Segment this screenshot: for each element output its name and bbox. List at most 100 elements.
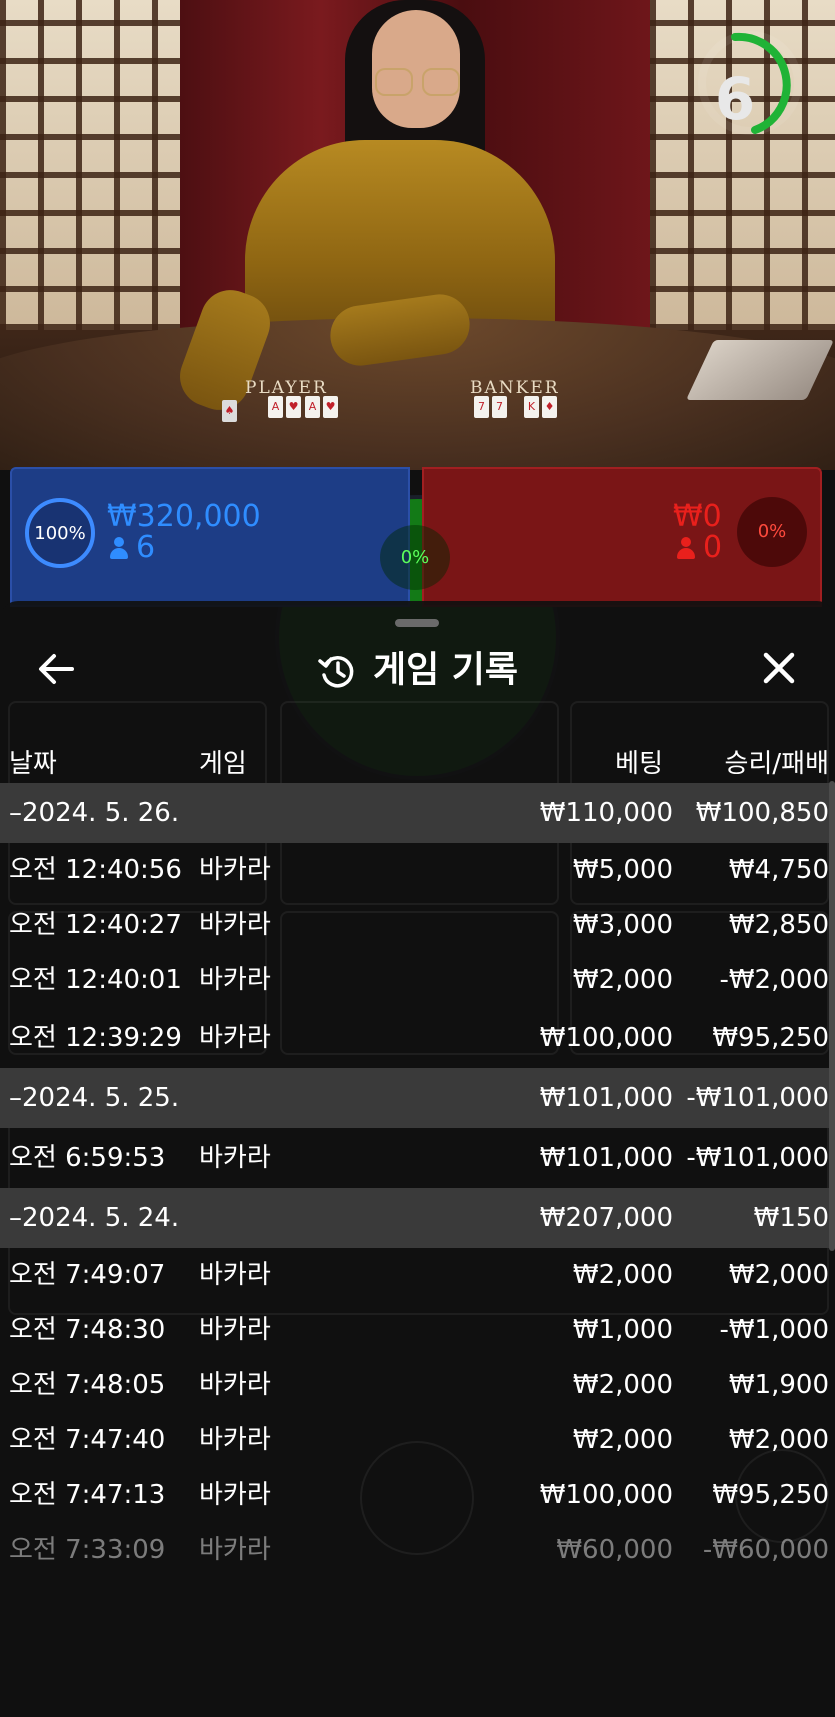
win-loss-amount: ₩95,250 — [712, 1023, 829, 1053]
playing-card: A — [305, 396, 320, 418]
game-name: 바카라 — [199, 1023, 271, 1053]
round-time: 오전 7:49:07 — [9, 1260, 166, 1290]
game-name: 바카라 — [199, 855, 271, 885]
playing-card: ♥ — [323, 396, 338, 418]
playing-card: 7 — [474, 396, 489, 418]
column-game: 게임 — [199, 749, 247, 779]
column-result: 승리/패배 — [724, 749, 829, 779]
close-button[interactable] — [750, 643, 810, 695]
game-name: 바카라 — [199, 910, 271, 940]
bet-amount: ₩2,000 — [572, 1370, 673, 1400]
round-time: 오전 12:40:01 — [9, 965, 182, 995]
history-row: 오전 12:40:27 바카라 ₩3,000 ₩2,850 — [0, 898, 835, 953]
date-group-row[interactable]: –2024. 5. 26. ₩110,000 ₩100,850 — [0, 783, 835, 843]
bet-amount: ₩100,000 — [539, 1023, 673, 1053]
player-bettor-count: 6 — [136, 530, 156, 565]
date-total-result: ₩100,850 — [695, 798, 829, 828]
dealer-glasses-left — [375, 68, 413, 96]
win-loss-amount: ₩4,750 — [728, 855, 829, 885]
history-row: 오전 12:40:01 바카라 ₩2,000 -₩2,000 — [0, 953, 835, 1008]
round-time: 오전 12:40:56 — [9, 855, 182, 885]
round-time: 오전 7:33:09 — [9, 1535, 166, 1565]
playing-card: ♠ — [222, 400, 237, 422]
countdown-number: 6 — [714, 65, 756, 133]
column-bet: 베팅 — [615, 749, 663, 779]
round-time: 오전 7:48:05 — [9, 1370, 166, 1400]
history-row: 오전 7:33:09 바카라 ₩60,000 -₩60,000 — [0, 1523, 835, 1578]
date-group-row[interactable]: –2024. 5. 24. ₩207,000 ₩150 — [0, 1188, 835, 1248]
history-row: 오전 7:47:40 바카라 ₩2,000 ₩2,000 — [0, 1413, 835, 1468]
win-loss-amount: ₩2,000 — [728, 1425, 829, 1455]
round-time: 오전 7:47:40 — [9, 1425, 166, 1455]
date-total-bet: ₩207,000 — [539, 1203, 673, 1233]
player-bet-percent: 100% — [25, 498, 95, 568]
banker-total-bet: ₩0 — [673, 499, 722, 534]
round-time: 오전 12:40:27 — [9, 910, 182, 940]
history-row: 오전 6:59:53 바카라 ₩101,000 -₩101,000 — [0, 1128, 835, 1188]
player-total-bet: ₩320,000 — [107, 499, 261, 534]
win-loss-amount: -₩1,000 — [719, 1315, 829, 1345]
tie-bet-percent: 0% — [380, 525, 450, 590]
bet-amount: ₩2,000 — [572, 1425, 673, 1455]
bet-amount: ₩3,000 — [572, 910, 673, 940]
game-name: 바카라 — [199, 1425, 271, 1455]
round-time: 오전 6:59:53 — [9, 1143, 166, 1173]
date-total-bet: ₩101,000 — [539, 1083, 673, 1113]
column-date: 날짜 — [9, 749, 57, 779]
bet-amount: ₩100,000 — [539, 1480, 673, 1510]
history-table-body: –2024. 5. 26. ₩110,000 ₩100,850 오전 12:40:56… — [0, 783, 835, 1578]
person-icon — [677, 537, 695, 559]
bet-amount: ₩1,000 — [572, 1315, 673, 1345]
banker-bet-percent: 0% — [737, 497, 807, 567]
history-row: 오전 7:47:13 바카라 ₩100,000 ₩95,250 — [0, 1468, 835, 1523]
history-row: 오전 12:40:56 바카라 ₩5,000 ₩4,750 — [0, 843, 835, 898]
bet-amount: ₩5,000 — [572, 855, 673, 885]
date-total-result: ₩150 — [753, 1203, 829, 1233]
sheet-title-text: 게임 기록 — [372, 649, 518, 691]
win-loss-amount: -₩101,000 — [686, 1143, 829, 1173]
date-group-row[interactable]: –2024. 5. 25. ₩101,000 -₩101,000 — [0, 1068, 835, 1128]
history-scrollbar[interactable] — [829, 781, 835, 1251]
dealer-glasses-right — [422, 68, 460, 96]
playing-card: A — [268, 396, 283, 418]
banker-bettor-count-row: 0 — [677, 533, 722, 563]
date-total-bet: ₩110,000 — [539, 798, 673, 828]
history-row: 오전 7:49:07 바카라 ₩2,000 ₩2,000 — [0, 1248, 835, 1303]
game-name: 바카라 — [199, 1260, 271, 1290]
history-row: 오전 12:39:29 바카라 ₩100,000 ₩95,250 — [0, 1008, 835, 1068]
left-lattice-window — [0, 0, 180, 330]
win-loss-amount: ₩1,900 — [728, 1370, 829, 1400]
game-name: 바카라 — [199, 1480, 271, 1510]
bet-amount: ₩2,000 — [572, 1260, 673, 1290]
playing-card: ♦ — [542, 396, 557, 418]
playing-card: K — [524, 396, 539, 418]
win-loss-amount: ₩2,850 — [728, 910, 829, 940]
playing-card: ♥ — [286, 396, 301, 418]
game-name: 바카라 — [199, 1535, 271, 1565]
game-history-sheet: 게임 기록 날짜 게임 베팅 승리/패배 –2024. 5. 26. ₩110,0… — [0, 601, 835, 1717]
playing-card: 7 — [492, 396, 507, 418]
banker-table-label: BANKER — [470, 378, 560, 398]
date-total-result: -₩101,000 — [686, 1083, 829, 1113]
player-bettor-count-row: 6 — [110, 533, 155, 563]
player-table-label: PLAYER — [245, 378, 328, 398]
win-loss-amount: ₩95,250 — [712, 1480, 829, 1510]
sheet-drag-handle[interactable] — [395, 619, 439, 627]
game-name: 바카라 — [199, 1315, 271, 1345]
history-row: 오전 7:48:30 바카라 ₩1,000 -₩1,000 — [0, 1303, 835, 1358]
game-name: 바카라 — [199, 965, 271, 995]
game-name: 바카라 — [199, 1370, 271, 1400]
date-label: –2024. 5. 25. — [9, 1083, 180, 1113]
bet-amount: ₩101,000 — [539, 1143, 673, 1173]
win-loss-amount: -₩2,000 — [719, 965, 829, 995]
round-time: 오전 12:39:29 — [9, 1023, 182, 1053]
bet-amount: ₩2,000 — [572, 965, 673, 995]
banker-bettor-count: 0 — [703, 530, 723, 565]
close-icon — [763, 652, 795, 684]
round-time: 오전 7:47:13 — [9, 1480, 166, 1510]
bet-amount: ₩60,000 — [556, 1535, 673, 1565]
person-icon — [110, 537, 128, 559]
sheet-title: 게임 기록 — [0, 645, 835, 695]
history-row: 오전 7:48:05 바카라 ₩2,000 ₩1,900 — [0, 1358, 835, 1413]
win-loss-amount: -₩60,000 — [702, 1535, 829, 1565]
